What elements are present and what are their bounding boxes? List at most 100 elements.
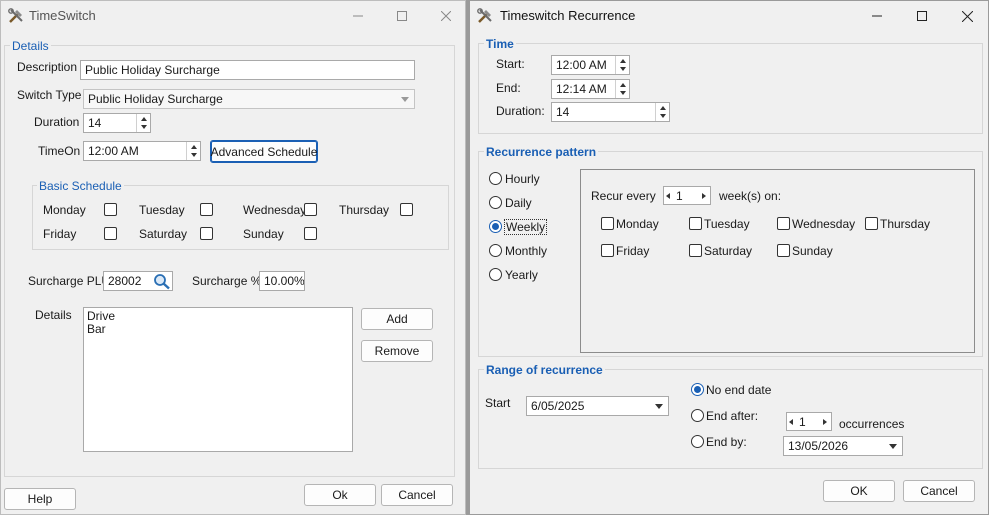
spinner-arrows-icon[interactable] <box>615 80 629 98</box>
week-day-checkbox-saturday[interactable] <box>689 244 702 257</box>
day-label-friday: Friday <box>43 227 77 241</box>
day-checkbox-thursday[interactable] <box>400 203 413 216</box>
recurrence-pattern-title: Recurrence pattern <box>484 145 599 159</box>
time-group-title: Time <box>484 37 516 51</box>
decrement-arrow-icon[interactable] <box>787 413 795 430</box>
range-start-date-picker[interactable]: 6/05/2025 <box>526 396 669 416</box>
minimize-button[interactable] <box>854 1 900 31</box>
window-title: TimeSwitch <box>29 8 96 23</box>
recur-every-label: Recur every <box>591 189 656 203</box>
ok-button[interactable]: OK <box>823 480 895 502</box>
remove-button[interactable]: Remove <box>361 340 433 362</box>
day-label-monday: Monday <box>43 203 86 217</box>
surcharge-plu-label: Surcharge PLU <box>28 274 111 288</box>
cancel-button[interactable]: Cancel <box>381 484 453 506</box>
end-by-radio[interactable] <box>691 435 704 448</box>
day-checkbox-wednesday[interactable] <box>304 203 317 216</box>
maximize-icon <box>917 11 927 21</box>
chevron-down-icon[interactable] <box>652 397 666 415</box>
end-time-picker[interactable]: 12:14 AM <box>551 79 630 99</box>
timeswitch-window: TimeSwitch Details Description Public Ho… <box>0 0 466 515</box>
advanced-schedule-button[interactable]: Advanced Schedule <box>210 140 318 163</box>
week-day-checkbox-thursday[interactable] <box>865 217 878 230</box>
day-checkbox-saturday[interactable] <box>200 227 213 240</box>
maximize-button[interactable] <box>379 1 425 31</box>
day-label-sunday: Sunday <box>243 227 284 241</box>
list-item[interactable]: Bar <box>87 323 349 336</box>
decrement-arrow-icon[interactable] <box>664 187 672 204</box>
day-checkbox-monday[interactable] <box>104 203 117 216</box>
day-label-tuesday: Tuesday <box>139 203 185 217</box>
add-button[interactable]: Add <box>361 308 433 330</box>
start-time-value: 12:00 AM <box>556 58 607 72</box>
tools-icon <box>8 8 23 23</box>
week-day-label-thursday: Thursday <box>880 217 931 231</box>
duration-stepper[interactable]: 14 <box>551 102 670 122</box>
surcharge-pct-label: Surcharge % <box>192 274 262 288</box>
week-day-checkbox-tuesday[interactable] <box>689 217 702 230</box>
list-item[interactable]: Drive <box>87 310 349 323</box>
pattern-label-monthly: Monthly <box>505 244 548 258</box>
close-button[interactable] <box>423 1 469 31</box>
end-after-radio[interactable] <box>691 409 704 422</box>
increment-arrow-icon[interactable] <box>821 413 829 430</box>
basic-schedule-title: Basic Schedule <box>37 179 124 193</box>
title-bar[interactable]: TimeSwitch <box>1 1 465 31</box>
timeon-picker[interactable]: 12:00 AM <box>83 141 201 161</box>
day-checkbox-tuesday[interactable] <box>200 203 213 216</box>
spinner-arrows-icon[interactable] <box>615 56 629 74</box>
pattern-radio-daily[interactable] <box>489 196 502 209</box>
end-by-value: 13/05/2026 <box>788 439 849 453</box>
maximize-button[interactable] <box>899 1 945 31</box>
cancel-button[interactable]: Cancel <box>903 480 975 502</box>
start-time-picker[interactable]: 12:00 AM <box>551 55 630 75</box>
close-icon <box>441 11 451 21</box>
duration-label: Duration <box>34 115 80 129</box>
spinner-arrows-icon[interactable] <box>655 103 669 121</box>
surcharge-plu-value: 28002 <box>108 274 142 288</box>
start-label: Start: <box>496 57 525 71</box>
end-by-date-picker[interactable]: 13/05/2026 <box>783 436 903 456</box>
pattern-radio-hourly[interactable] <box>489 172 502 185</box>
duration-label: Duration: <box>496 104 545 118</box>
spinner-arrows-icon[interactable] <box>186 142 200 160</box>
search-icon[interactable] <box>153 273 171 290</box>
pattern-label-hourly: Hourly <box>505 172 540 186</box>
increment-arrow-icon[interactable] <box>700 187 708 204</box>
description-field[interactable]: Public Holiday Surcharge <box>80 60 415 80</box>
end-after-stepper[interactable]: 1 <box>786 412 832 431</box>
close-button[interactable] <box>944 1 989 31</box>
chevron-down-icon[interactable] <box>886 437 900 455</box>
no-end-date-radio[interactable] <box>691 383 704 396</box>
day-checkbox-sunday[interactable] <box>304 227 317 240</box>
week-day-checkbox-sunday[interactable] <box>777 244 790 257</box>
recur-every-stepper[interactable]: 1 <box>663 186 711 205</box>
details-list-label: Details <box>35 308 72 322</box>
week-day-checkbox-monday[interactable] <box>601 217 614 230</box>
pattern-radio-yearly[interactable] <box>489 268 502 281</box>
day-checkbox-friday[interactable] <box>104 227 117 240</box>
switch-type-label: Switch Type <box>17 88 82 102</box>
week-day-checkbox-friday[interactable] <box>601 244 614 257</box>
details-group-title: Details <box>10 39 51 53</box>
help-button[interactable]: Help <box>4 488 76 510</box>
details-listbox[interactable]: Drive Bar <box>83 307 353 452</box>
minimize-button[interactable] <box>335 1 381 31</box>
switch-type-select[interactable]: Public Holiday Surcharge <box>83 89 415 109</box>
ok-button[interactable]: Ok <box>304 484 376 506</box>
no-end-date-label: No end date <box>706 383 772 397</box>
duration-value: 14 <box>88 116 102 130</box>
basic-schedule-group <box>32 185 449 250</box>
range-group-title: Range of recurrence <box>484 363 605 377</box>
pattern-radio-weekly[interactable] <box>489 220 502 233</box>
spinner-arrows-icon[interactable] <box>136 114 150 132</box>
title-bar[interactable]: Timeswitch Recurrence <box>470 1 988 31</box>
week-day-checkbox-wednesday[interactable] <box>777 217 790 230</box>
pattern-radio-monthly[interactable] <box>489 244 502 257</box>
range-start-label: Start <box>485 396 511 410</box>
maximize-icon <box>397 11 407 21</box>
surcharge-pct-field[interactable]: 10.00% <box>259 271 305 291</box>
duration-stepper[interactable]: 14 <box>83 113 151 133</box>
chevron-down-icon <box>398 90 412 108</box>
close-icon <box>961 10 973 22</box>
